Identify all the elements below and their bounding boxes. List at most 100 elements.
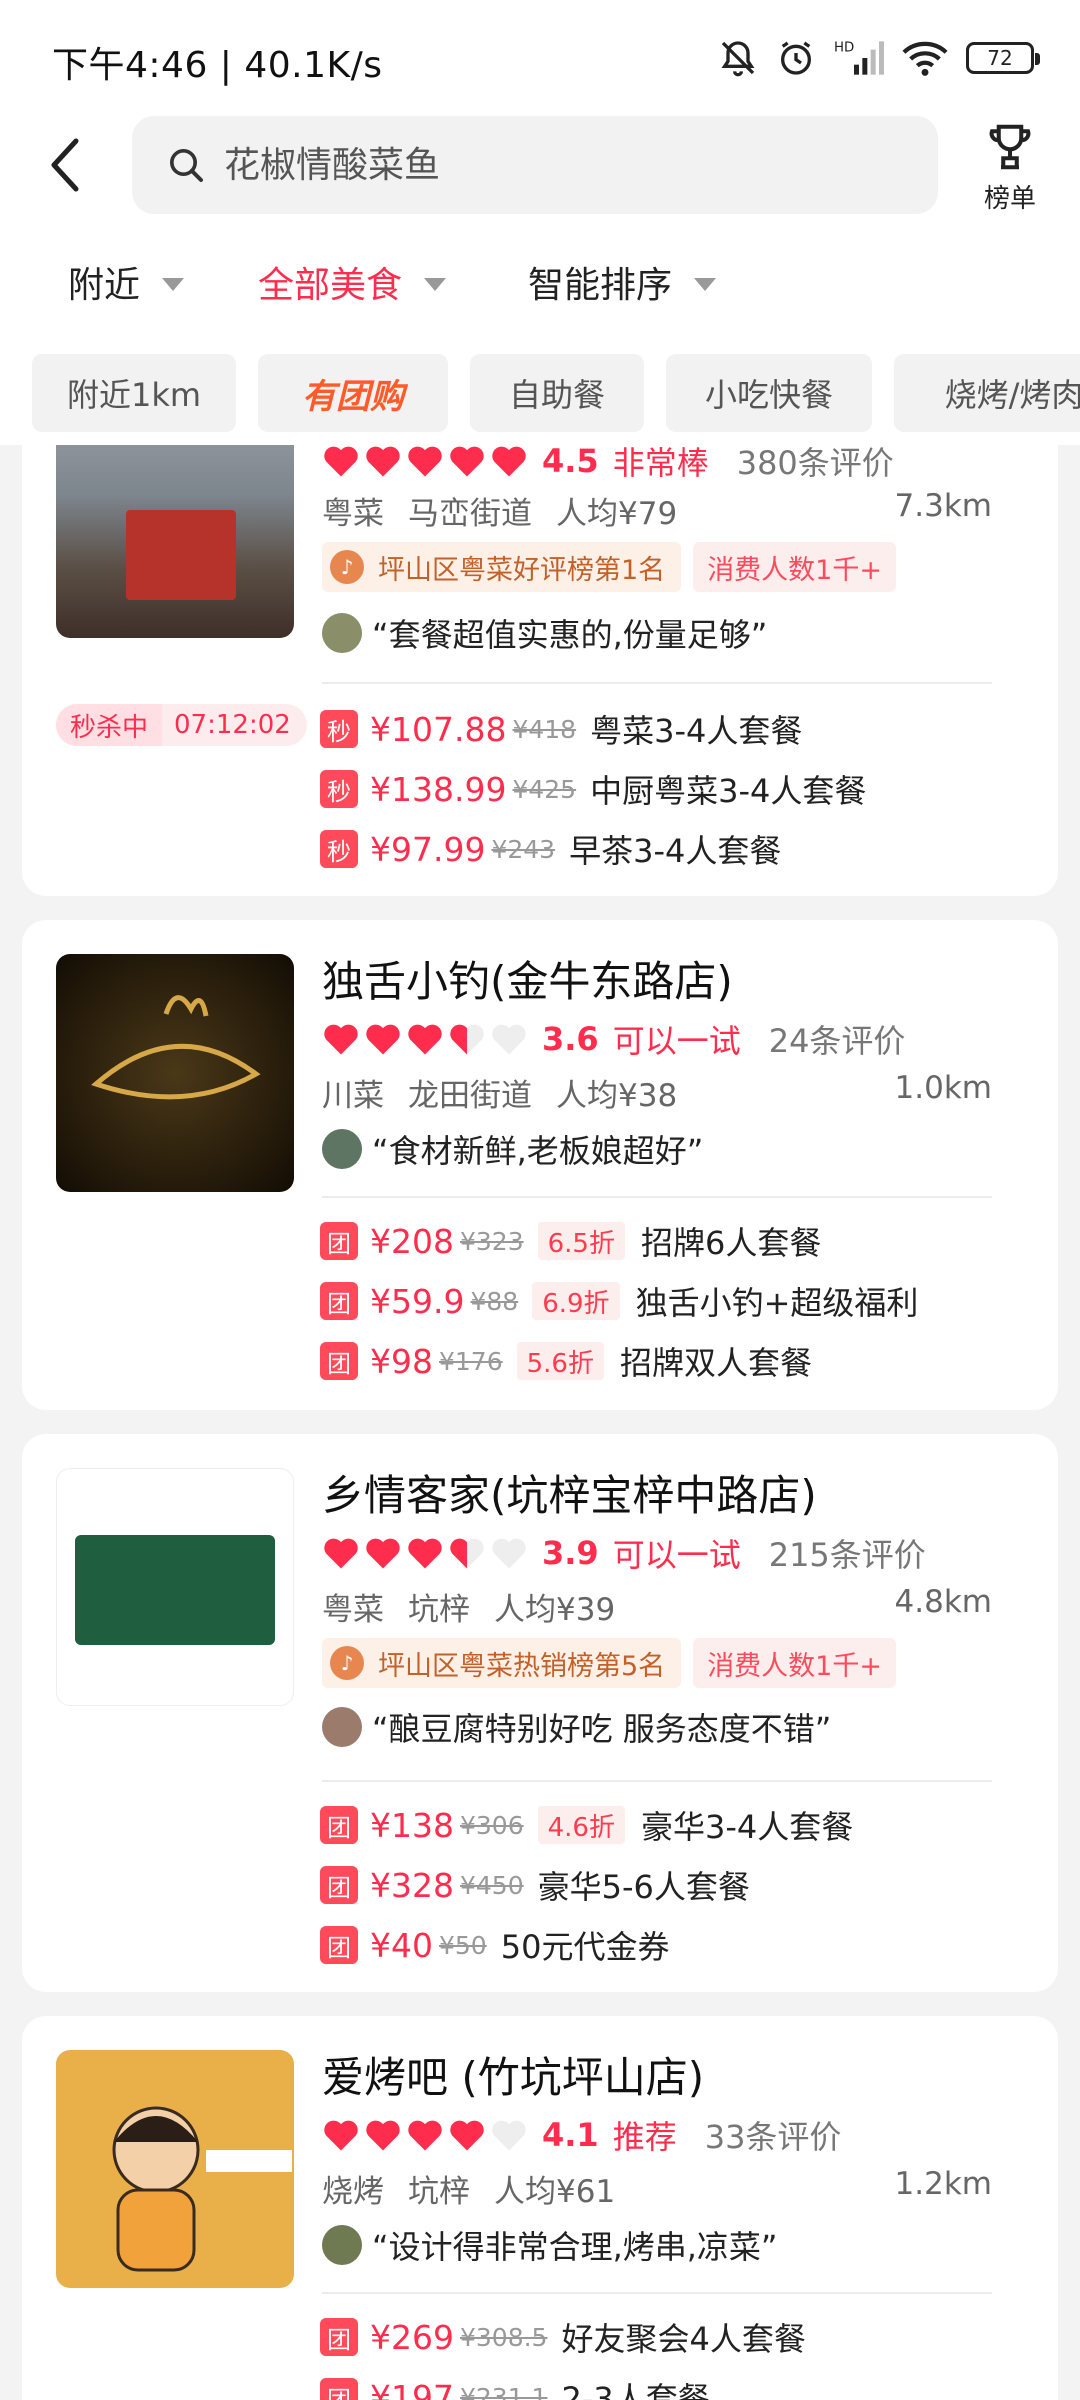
deal-row[interactable]: 秒 ¥138.99 ¥425 中厨粤菜3-4人套餐: [320, 766, 866, 812]
deal-name: 好友聚会4人套餐: [561, 2320, 806, 2358]
review-quote: “设计得非常合理,烤串,凉菜”: [322, 2222, 778, 2268]
douyin-icon: ♪: [330, 550, 364, 584]
rating-word: 可以一试: [612, 1022, 741, 1060]
ikaoba-mascot-icon: [112, 2106, 292, 2272]
shop-thumbnail: [56, 1468, 294, 1706]
heart-icon: [324, 1024, 358, 1055]
filter-all-food[interactable]: 全部美食: [258, 256, 447, 308]
shop-card[interactable]: 乡情客家(坑梓宝梓中路店) 3.9 可以一试 215条评价 粤菜 坑梓 人均¥39 …: [22, 1434, 1058, 1992]
deal-discount: 4.6折: [537, 1806, 625, 1844]
reviewer-avatar: [322, 1129, 362, 1169]
cuisine: 川菜: [322, 1078, 384, 1114]
chip-group-buy[interactable]: 有团购: [258, 354, 448, 432]
shop-name[interactable]: 爱烤吧 (竹坑坪山店): [322, 2044, 704, 2105]
deal-original-price: ¥243: [491, 834, 556, 864]
shop-meta: 烧烤 坑梓 人均¥61: [322, 2166, 639, 2211]
deal-name: 豪华5-6人套餐: [537, 1868, 750, 1906]
heart-icon: [324, 446, 358, 477]
flash-tag: 秒: [320, 770, 358, 808]
deal-price: ¥138: [370, 1805, 454, 1845]
status-bar: 下午4:46 | 40.1K/s HD 72: [0, 0, 1080, 118]
rank-badge[interactable]: ♪ 坪山区粤菜热销榜第5名: [322, 1638, 682, 1688]
deal-name: 独舌小钓+超级福利: [635, 1284, 919, 1322]
heart-icon: [366, 2120, 400, 2151]
heart-icon: [492, 446, 526, 477]
review-count: 215条评价: [768, 1536, 926, 1574]
shop-name[interactable]: 独舌小钓(金牛东路店): [322, 948, 733, 1009]
chip-nearby-1km[interactable]: 附近1km: [32, 354, 236, 432]
deal-name: 招牌6人套餐: [640, 1224, 822, 1262]
deal-original-price: ¥176: [439, 1346, 503, 1376]
ranking-label: 榜单: [983, 184, 1036, 214]
chip-bbq[interactable]: 烧烤/烤肉: [894, 354, 1080, 432]
deal-row[interactable]: 团 ¥98 ¥176 5.6折 招牌双人套餐: [320, 1338, 812, 1384]
deal-row[interactable]: 团 ¥269 ¥308.5 好友聚会4人套餐: [320, 2314, 806, 2360]
chip-snacks[interactable]: 小吃快餐: [666, 354, 872, 432]
deal-row[interactable]: 团 ¥40 ¥50 50元代金券: [320, 1922, 669, 1968]
back-button[interactable]: [40, 132, 90, 198]
quote-text: “酿豆腐特别好吃 服务态度不错”: [372, 1710, 832, 1748]
xiangqing-logo-icon: [75, 1535, 275, 1645]
shop-name[interactable]: 乡情客家(坑梓宝梓中路店): [322, 1462, 817, 1523]
heart-icon: [408, 446, 442, 477]
filter-label: 附近: [68, 265, 141, 306]
rank-badge-text: 坪山区粤菜好评榜第1名: [378, 554, 666, 586]
rank-badge[interactable]: ♪ 坪山区粤菜好评榜第1名: [322, 542, 682, 592]
divider: [322, 2292, 992, 2294]
chevron-left-icon: [51, 138, 79, 192]
header: 下午4:46 | 40.1K/s HD 72 榜单 附近 全部美食 智能排序 附…: [0, 0, 1080, 445]
flash-sale-timer: 秒杀中 07:12:02: [56, 704, 307, 746]
heart-empty-icon: [492, 2120, 526, 2151]
deal-discount: 5.6折: [516, 1342, 604, 1380]
avg-price: 人均¥79: [556, 496, 678, 532]
shop-card[interactable]: 独舌小钓(金牛东路店) 3.6 可以一试 24条评价 川菜 龙田街道 人均¥38 1…: [22, 920, 1058, 1410]
cuisine: 粤菜: [322, 496, 384, 532]
shop-meta: 粤菜 坑梓 人均¥39: [322, 1584, 639, 1629]
ranking-button[interactable]: 榜单: [972, 120, 1048, 216]
deal-row[interactable]: 团 ¥138 ¥306 4.6折 豪华3-4人套餐: [320, 1802, 853, 1848]
rating-row: 3.9 可以一试 215条评价: [322, 1530, 926, 1576]
deal-row[interactable]: 团 ¥208 ¥323 6.5折 招牌6人套餐: [320, 1218, 821, 1264]
search-input[interactable]: [224, 144, 884, 186]
flash-time: 07:12:02: [174, 710, 291, 740]
deal-original-price: ¥323: [459, 1226, 524, 1256]
search-bar[interactable]: [132, 116, 938, 214]
area: 龙田街道: [408, 1078, 532, 1114]
heart-icon: [366, 446, 400, 477]
filter-nearby[interactable]: 附近: [68, 256, 185, 308]
avg-price: 人均¥39: [494, 1592, 616, 1628]
review-quote: “食材新鲜,老板娘超好”: [322, 1126, 703, 1172]
filter-smart-sort[interactable]: 智能排序: [528, 256, 717, 308]
rating-score: 3.9: [542, 1534, 599, 1572]
deal-row[interactable]: 团 ¥328 ¥450 豪华5-6人套餐: [320, 1862, 750, 1908]
rating-hearts: [322, 1536, 528, 1570]
battery-level: 72: [987, 46, 1013, 70]
rating-hearts: [322, 2118, 528, 2152]
deal-original-price: ¥425: [512, 774, 577, 804]
deal-row[interactable]: 秒 ¥107.88 ¥418 粤菜3-4人套餐: [320, 706, 802, 752]
shop-card[interactable]: 4.5 非常棒 380条评价 粤菜 马峦街道 人均¥79 7.3km ♪ 坪山区粤菜好…: [22, 400, 1058, 896]
status-icons: HD 72: [718, 38, 1040, 78]
heart-icon: [408, 1538, 442, 1569]
distance: 7.3km: [894, 488, 992, 524]
deal-name: 早茶3-4人套餐: [569, 832, 782, 870]
deal-row[interactable]: 团 ¥197 ¥231.1 2-3人套餐: [320, 2374, 710, 2400]
deal-name: 中厨粤菜3-4人套餐: [590, 772, 867, 810]
heart-empty-icon: [492, 1024, 526, 1055]
group-buy-tag: 团: [320, 2378, 358, 2400]
area: 坑梓: [408, 1592, 470, 1628]
group-buy-tag: 团: [320, 2318, 358, 2356]
distance: 1.0km: [894, 1070, 992, 1106]
heart-icon: [450, 446, 484, 477]
chip-buffet[interactable]: 自助餐: [470, 354, 644, 432]
distance: 1.2km: [894, 2166, 992, 2202]
avg-price: 人均¥38: [556, 1078, 678, 1114]
area: 坑梓: [408, 2174, 470, 2210]
shop-card[interactable]: 爱烤吧 (竹坑坪山店) 4.1 推荐 33条评价 烧烤 坑梓 人均¥61 1.2km…: [22, 2016, 1058, 2400]
heart-icon: [324, 1538, 358, 1569]
deal-row[interactable]: 秒 ¥97.99 ¥243 早茶3-4人套餐: [320, 826, 781, 872]
deal-row[interactable]: 团 ¥59.9 ¥88 6.9折 独舌小钓+超级福利: [320, 1278, 918, 1324]
deal-original-price: ¥418: [512, 714, 577, 744]
rating-word: 可以一试: [612, 1536, 741, 1574]
heart-icon: [450, 2120, 484, 2151]
